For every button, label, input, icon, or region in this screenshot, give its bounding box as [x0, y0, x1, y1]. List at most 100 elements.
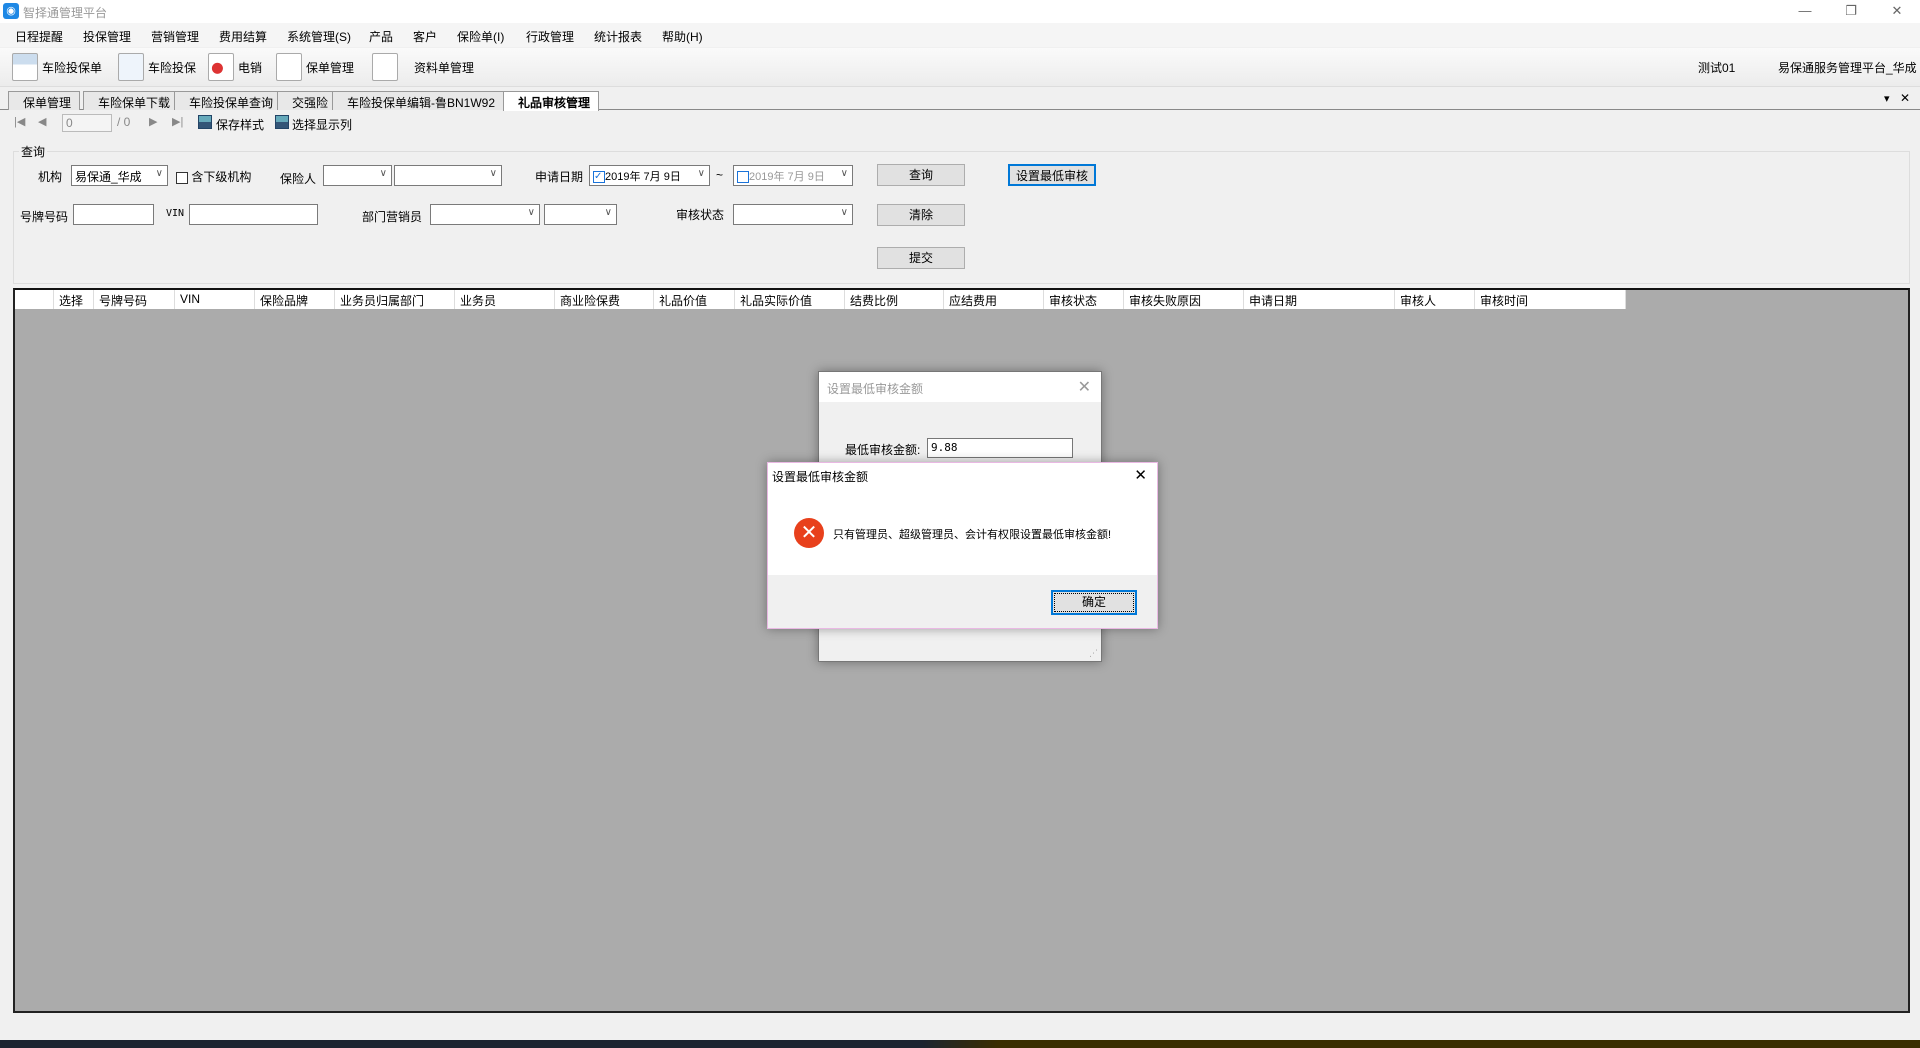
menu-help[interactable]: 帮助(H) — [662, 28, 703, 45]
chevron-down-icon: ∨ — [379, 168, 387, 179]
close-icon[interactable]: ✕ — [1134, 466, 1147, 484]
taskbar — [0, 1040, 1920, 1048]
sales-label: 部门营销员 — [362, 210, 423, 224]
image-icon — [275, 115, 289, 129]
column-header[interactable]: 审核状态 — [1044, 290, 1124, 309]
button-label: 电销 — [238, 60, 263, 75]
menu-policy[interactable]: 保险单(I) — [457, 28, 504, 45]
restore-button[interactable]: ❐ — [1828, 0, 1874, 23]
chevron-down-icon: ∨ — [697, 168, 705, 179]
window-title: 智择通管理平台 — [23, 6, 108, 20]
menu-schedule[interactable]: 日程提醒 — [15, 28, 63, 45]
salesperson-select[interactable]: ∨ — [544, 204, 617, 225]
vin-input[interactable] — [189, 204, 318, 225]
column-header[interactable]: 业务员归属部门 — [335, 290, 455, 309]
tab-gift-review[interactable]: 礼品审核管理 — [503, 91, 600, 111]
date-to-value: 2019年 7月 9日 — [749, 171, 825, 183]
column-header[interactable]: 申请日期 — [1244, 290, 1395, 309]
chevron-down-icon: ∨ — [489, 168, 497, 179]
tab-list-dropdown-icon[interactable]: ▾ — [1884, 92, 1890, 105]
save-style-button[interactable]: 保存样式 — [216, 116, 264, 133]
car-proposal-button[interactable]: 车险投保单 — [12, 52, 102, 82]
menu-marketing[interactable]: 营销管理 — [151, 28, 199, 45]
contact-card-icon — [208, 53, 234, 81]
column-header[interactable]: 商业险保费 — [555, 290, 654, 309]
plate-input[interactable] — [73, 204, 154, 225]
tab-car-proposal-query[interactable]: 车险投保单查询 — [174, 91, 283, 110]
date-from-picker[interactable]: ✓ 2019年 7月 9日 ∨ — [589, 165, 710, 186]
date-from-value: 2019年 7月 9日 — [605, 171, 681, 183]
next-page-icon[interactable]: ▶ — [149, 115, 157, 128]
review-status-label: 审核状态 — [676, 208, 725, 222]
telesales-button[interactable]: 电销 — [208, 52, 262, 82]
set-min-review-button[interactable]: 设置最低审核 — [1008, 164, 1096, 186]
org-value: 易保通_华成 — [75, 170, 142, 184]
insurer-sub-select[interactable]: ∨ — [394, 165, 502, 186]
tab-car-policy-download[interactable]: 车险保单下载 — [83, 91, 180, 110]
column-header[interactable]: 号牌号码 — [94, 290, 175, 309]
column-header[interactable]: 审核人 — [1395, 290, 1475, 309]
car-insure-button[interactable]: 车险投保 — [118, 52, 196, 82]
minimize-button[interactable]: — — [1782, 0, 1828, 23]
min-amount-input[interactable]: 9.88 — [927, 438, 1073, 458]
page-total: / 0 — [117, 115, 131, 129]
date-to-checkbox[interactable] — [737, 171, 749, 184]
column-header[interactable]: 结费比例 — [845, 290, 944, 309]
last-page-icon[interactable]: ▶| — [172, 115, 183, 128]
column-header[interactable] — [15, 290, 54, 309]
close-button[interactable]: ✕ — [1874, 0, 1920, 23]
menu-system[interactable]: 系统管理(S) — [287, 28, 351, 45]
document-edit-icon — [118, 53, 144, 81]
column-header[interactable]: 选择 — [54, 290, 94, 309]
chevron-down-icon: ∨ — [155, 168, 163, 179]
menu-settlement[interactable]: 费用结算 — [219, 28, 267, 45]
date-to-picker[interactable]: 2019年 7月 9日 ∨ — [733, 165, 853, 186]
first-page-icon[interactable]: |◀ — [14, 115, 25, 128]
review-status-select[interactable]: ∨ — [733, 204, 853, 225]
chevron-down-icon: ∨ — [604, 207, 612, 218]
policy-manage-button[interactable]: 保单管理 — [276, 52, 354, 82]
button-label: 车险投保 — [148, 60, 197, 75]
page-input[interactable]: 0 — [62, 114, 112, 132]
plate-label: 号牌号码 — [20, 210, 69, 224]
button-label: 车险投保单 — [42, 60, 103, 75]
materials-manage-button[interactable]: 资料单管理 — [372, 52, 474, 82]
include-sub-label: 含下级机构 — [191, 170, 252, 184]
tab-car-proposal-edit[interactable]: 车险投保单编辑-鲁BN1W92 — [332, 91, 505, 110]
department-select[interactable]: ∨ — [430, 204, 540, 225]
query-button[interactable]: 查询 — [877, 164, 965, 186]
vin-label: VIN — [166, 208, 185, 219]
menu-reports[interactable]: 统计报表 — [594, 28, 642, 45]
column-header[interactable]: 礼品实际价值 — [735, 290, 845, 309]
column-header[interactable]: 审核失败原因 — [1124, 290, 1244, 309]
menu-product[interactable]: 产品 — [369, 28, 393, 45]
org-select[interactable]: 易保通_华成 ∨ — [71, 165, 168, 186]
column-header[interactable]: 审核时间 — [1475, 290, 1626, 309]
submit-button[interactable]: 提交 — [877, 247, 965, 269]
menu-insure[interactable]: 投保管理 — [83, 28, 131, 45]
tab-compulsory-insurance[interactable]: 交强险 — [277, 91, 338, 110]
blank-document-icon — [372, 53, 398, 81]
select-columns-button[interactable]: 选择显示列 — [292, 116, 352, 133]
close-icon[interactable]: ✕ — [1078, 377, 1091, 397]
clear-button[interactable]: 清除 — [877, 204, 965, 226]
column-header[interactable]: 业务员 — [455, 290, 555, 309]
column-header[interactable]: 礼品价值 — [654, 290, 735, 309]
insurer-select[interactable]: ∨ — [323, 165, 392, 186]
error-message-dialog: 设置最低审核金额 ✕ ✕ 只有管理员、超级管理员、会计有权限设置最低审核金额! … — [767, 462, 1158, 629]
include-sub-checkbox[interactable]: 含下级机构 — [176, 168, 251, 185]
column-header[interactable]: 保险品牌 — [255, 290, 335, 309]
tab-close-icon[interactable]: ✕ — [1900, 91, 1910, 105]
insurer-label: 保险人 — [280, 172, 317, 186]
tab-policy-manage[interactable]: 保单管理 — [8, 91, 81, 110]
resize-grip-icon[interactable]: ⋰ — [1089, 648, 1098, 659]
menu-admin[interactable]: 行政管理 — [526, 28, 574, 45]
ok-button[interactable]: 确定 — [1051, 590, 1137, 615]
column-header[interactable]: VIN — [175, 290, 255, 309]
menu-customer[interactable]: 客户 — [413, 28, 437, 45]
column-header[interactable]: 应结费用 — [944, 290, 1044, 309]
button-label: 保单管理 — [306, 60, 355, 75]
date-from-checkbox[interactable]: ✓ — [593, 171, 605, 184]
prev-page-icon[interactable]: ◀ — [38, 115, 46, 128]
chevron-down-icon: ∨ — [840, 207, 848, 218]
